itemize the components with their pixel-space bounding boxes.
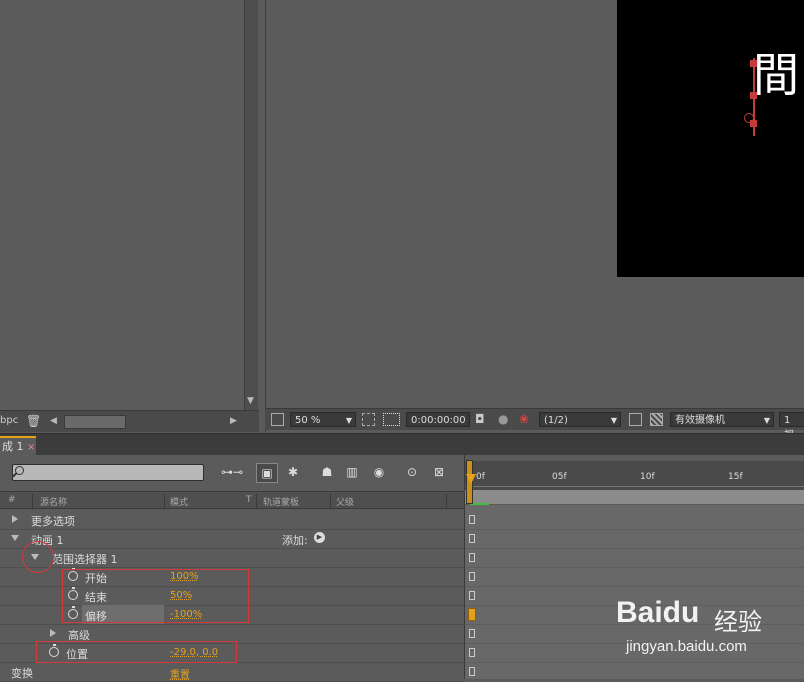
safe-area-icon[interactable] (362, 413, 375, 426)
keyframe-marker-icon[interactable] (469, 515, 475, 524)
ruler-tick-label: 05f (552, 472, 567, 482)
scroll-left-arrow-icon[interactable]: ◀ (50, 416, 57, 426)
graph-editor-icon[interactable]: ⊙ (402, 463, 422, 481)
ruler-tick-label: 15f (728, 472, 743, 482)
scroll-right-arrow-icon[interactable]: ▶ (230, 416, 237, 426)
draft-3d-icon[interactable]: ✱ (283, 463, 303, 481)
chevron-down-icon: ▼ (763, 416, 770, 425)
project-footer: bpc 🗑 ◀ ▶ (0, 410, 259, 432)
live-update-icon[interactable]: ▣ (256, 463, 278, 483)
trash-icon[interactable]: 🗑 (26, 414, 41, 428)
track-row (465, 548, 804, 568)
camera-select[interactable]: 有效摄像机 ▼ (670, 412, 774, 427)
ruler-tick-label: 10f (640, 472, 655, 482)
highlight-box (36, 641, 237, 663)
keyframe-marker-icon[interactable] (469, 648, 475, 657)
col-parent[interactable]: 父级 (336, 495, 354, 508)
canvas-text: 間 (753, 48, 799, 102)
always-preview-icon[interactable] (271, 413, 284, 426)
project-panel (0, 0, 259, 432)
property-row-animator[interactable]: 动画 1 添加: ▶ (0, 529, 464, 549)
time-ruler[interactable] (465, 470, 804, 490)
highlight-box (62, 569, 249, 623)
chevron-down-icon: ▼ (610, 416, 617, 425)
keyframe-marker-icon[interactable] (469, 667, 475, 676)
timeline-tab-strip (0, 433, 804, 455)
track-row (465, 510, 804, 530)
time-navigator[interactable] (465, 461, 804, 470)
collapse-arrow-icon[interactable] (11, 535, 19, 541)
keyframe-marker-icon[interactable] (469, 553, 475, 562)
brainstorm-icon[interactable]: ⊠ (429, 463, 449, 481)
watermark-url: jingyan.baidu.com (626, 638, 747, 655)
property-row-more-options[interactable]: 更多选项 (0, 510, 464, 530)
watermark-brand: Baidu (616, 596, 700, 629)
layer-search-input[interactable] (12, 464, 204, 481)
property-label: 更多选项 (31, 515, 75, 528)
add-menu-label[interactable]: 添加: (282, 532, 308, 548)
tab-composition-label: 成 1 (2, 440, 24, 453)
composition-canvas[interactable]: 間 (617, 0, 804, 277)
property-label: 范围选择器 1 (52, 553, 118, 566)
scroll-down-arrow-icon[interactable]: ▼ (247, 396, 254, 406)
resolution-value: (1/2) (544, 415, 568, 426)
baidu-watermark: Baidu 经验 jingyan.baidu.com (612, 590, 802, 660)
current-time-field[interactable]: 0:00:00:00 (406, 412, 470, 427)
snapshot-camera-icon[interactable]: ◘ (475, 412, 485, 426)
selected-keyframe-icon[interactable] (468, 608, 476, 621)
close-icon[interactable]: × (27, 442, 35, 453)
col-t: T (246, 495, 252, 505)
track-row (465, 567, 804, 587)
project-footer-label: bpc (0, 415, 19, 426)
expand-arrow-icon[interactable] (12, 515, 18, 523)
hide-shy-layers-icon[interactable]: ☗ (317, 463, 337, 481)
selection-handle[interactable] (750, 60, 757, 67)
anchor-point-icon[interactable] (744, 113, 754, 123)
show-snapshot-icon[interactable]: ● (498, 412, 508, 426)
channel-rgb-icon[interactable]: ❀ (519, 412, 529, 426)
timeline-column-header: # 源名称 模式 T 轨道蒙板 父级 (0, 491, 464, 509)
expand-arrow-icon[interactable] (50, 629, 56, 637)
add-menu-arrow-icon[interactable]: ▶ (314, 532, 325, 543)
search-icon (15, 466, 24, 475)
keyframe-marker-icon[interactable] (469, 591, 475, 600)
ruler-baseline (465, 486, 804, 487)
motion-blur-icon[interactable]: ◉ (369, 463, 389, 481)
col-mode[interactable]: 模式 (170, 495, 188, 508)
tab-composition[interactable]: 成 1 × (0, 436, 36, 455)
chevron-down-icon: ▼ (345, 416, 352, 425)
viewer-toolbar: 50 % ▼ 0:00:00:00 ◘ ● ❀ (1/2) ▼ 有效摄像机 ▼ … (265, 408, 804, 441)
zoom-select[interactable]: 50 % ▼ (290, 412, 356, 427)
col-track-matte[interactable]: 轨道蒙板 (263, 495, 299, 508)
work-area-bar[interactable] (465, 490, 804, 504)
project-vertical-scrollbar[interactable]: ▼ (244, 0, 258, 412)
ruler-start-label: 0f (476, 472, 485, 482)
region-of-interest-icon[interactable] (629, 413, 642, 426)
property-row-range-selector[interactable]: 范围选择器 1 (0, 548, 464, 568)
transparency-grid-icon[interactable] (650, 413, 663, 426)
mini-flowchart-icon[interactable]: ⊶⊸ (219, 463, 245, 481)
horizontal-scroll-thumb[interactable] (64, 415, 126, 429)
keyframe-marker-icon[interactable] (469, 534, 475, 543)
zoom-value: 50 % (295, 415, 321, 426)
track-row (465, 529, 804, 549)
keyframe-marker-icon[interactable] (469, 572, 475, 581)
watermark-brand-cn: 经验 (714, 608, 762, 636)
camera-value: 有效摄像机 (675, 415, 725, 426)
property-row-transform[interactable]: 变换 重置 (0, 662, 464, 682)
col-source-name[interactable]: 源名称 (40, 495, 67, 508)
keyframe-marker-icon[interactable] (469, 629, 475, 638)
frame-blending-icon[interactable]: ▥ (342, 463, 362, 481)
highlight-circle (22, 541, 54, 573)
col-num: # (8, 495, 16, 505)
toggle-mask-icon[interactable] (383, 413, 400, 426)
view-layout-select[interactable]: 1 视 (779, 412, 804, 441)
selection-handle[interactable] (750, 92, 757, 99)
resolution-select[interactable]: (1/2) ▼ (539, 412, 621, 427)
